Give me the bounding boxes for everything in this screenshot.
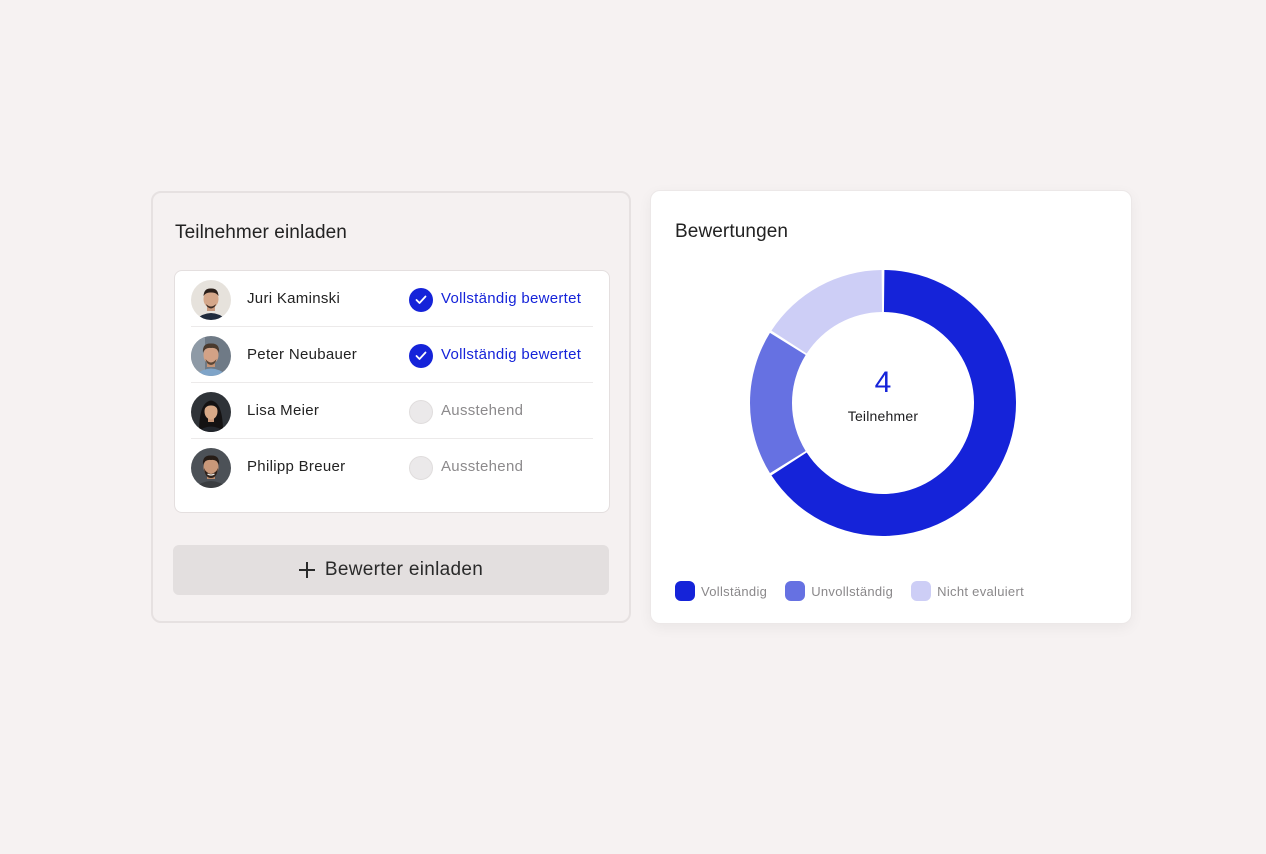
participant-name: Lisa Meier <box>247 402 320 419</box>
plus-icon <box>298 562 315 578</box>
participant-name: Philipp Breuer <box>247 458 346 475</box>
ratings-panel-title: Bewertungen <box>675 221 789 242</box>
donut-slice-unvollstaendig[interactable] <box>750 332 806 474</box>
participant-row[interactable]: Juri Kaminski Vollständig bewertet <box>191 271 593 327</box>
participant-row[interactable]: Lisa Meier Ausstehend <box>191 383 593 439</box>
invite-button-label: Bewerter einladen <box>324 559 484 580</box>
participant-row[interactable]: Philipp Breuer Ausstehend <box>191 439 593 495</box>
check-icon <box>409 344 433 368</box>
invite-panel-title: Teilnehmer einladen <box>175 222 347 243</box>
participant-list: Juri Kaminski Vollständig bewertet Peter… <box>174 270 610 513</box>
legend-swatch <box>911 581 932 601</box>
legend-label: Nicht evaluiert <box>937 583 1025 599</box>
legend-item-incomplete: Unvollständig <box>785 581 893 601</box>
pending-icon <box>409 456 433 480</box>
legend-swatch <box>785 581 806 601</box>
participant-row[interactable]: Peter Neubauer Vollständig bewertet <box>191 327 593 383</box>
participant-status: Ausstehend <box>441 458 524 475</box>
avatar <box>191 392 231 432</box>
participant-name: Juri Kaminski <box>247 290 341 307</box>
legend-label: Vollständig <box>701 583 768 599</box>
avatar <box>191 336 231 376</box>
ratings-panel: Bewertungen 4 Teilnehmer Vollständig Unv… <box>650 190 1132 624</box>
participant-status: Vollständig bewertet <box>441 290 582 307</box>
participant-status: Ausstehend <box>441 402 524 419</box>
avatar <box>191 280 231 320</box>
invite-participants-panel: Teilnehmer einladen Juri Kaminski Vollst… <box>151 191 631 623</box>
participant-count: 4 <box>874 366 892 399</box>
participant-name: Peter Neubauer <box>247 346 358 363</box>
participant-count-label: Teilnehmer <box>847 408 919 424</box>
legend-item-not-evaluated: Nicht evaluiert <box>911 581 1024 601</box>
ratings-donut-chart <box>750 270 1016 536</box>
donut-slice-nicht-evaluiert[interactable] <box>771 270 883 354</box>
avatar <box>191 448 231 488</box>
pending-icon <box>409 400 433 424</box>
chart-legend: Vollständig Unvollständig Nicht evaluier… <box>675 581 1042 601</box>
invite-reviewer-button[interactable]: Bewerter einladen <box>173 545 609 595</box>
legend-item-complete: Vollständig <box>675 581 767 601</box>
participant-status: Vollständig bewertet <box>441 346 582 363</box>
legend-label: Unvollständig <box>811 583 894 599</box>
check-icon <box>409 288 433 312</box>
legend-swatch <box>675 581 695 601</box>
